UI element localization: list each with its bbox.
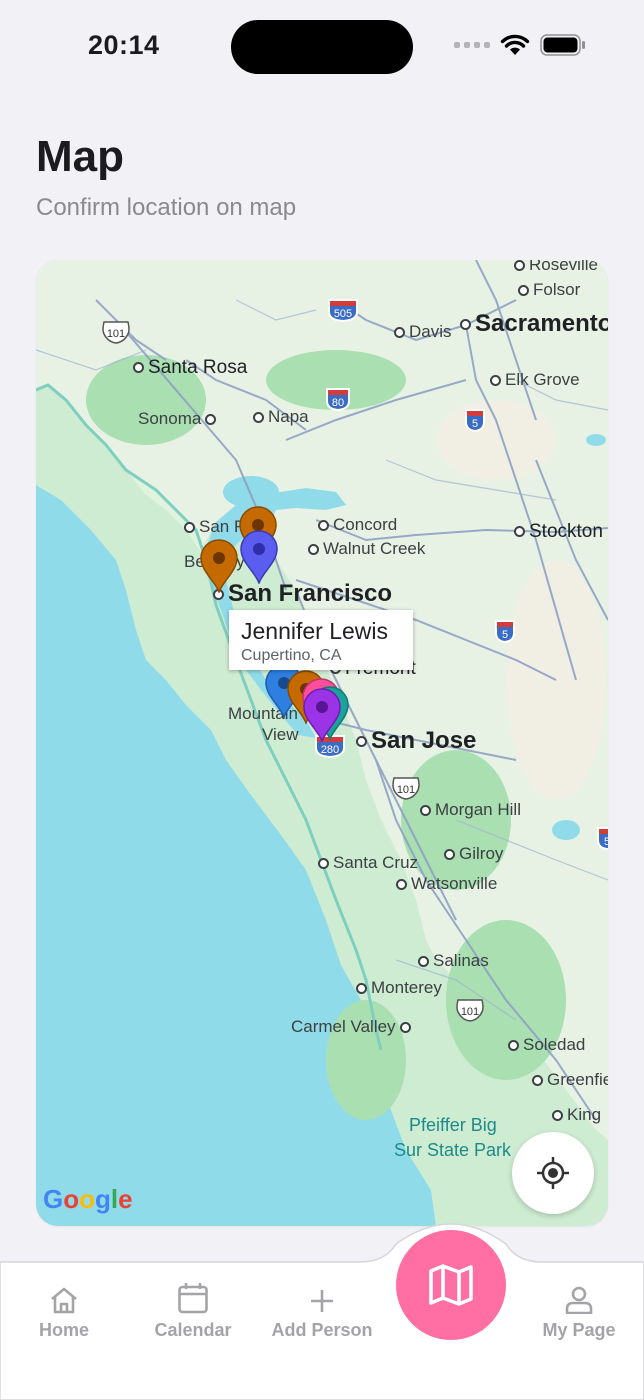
us-101-shield-mid: 101 (392, 777, 420, 800)
label-soledad: Soledad (504, 1035, 585, 1055)
status-bar: 20:14 (0, 0, 644, 96)
wifi-icon (500, 34, 530, 55)
page-subtitle: Confirm location on map (36, 194, 297, 221)
marker-person-location: Cupertino, CA (241, 647, 342, 664)
label-monterey: Monterey (352, 978, 442, 998)
battery-icon (540, 34, 585, 56)
tab-calendar[interactable]: Calendar (133, 1274, 253, 1341)
label-carmel-valley: Carmel Valley (291, 1017, 415, 1037)
label-san-rafael: San R (180, 517, 246, 537)
marker-person-name: Jennifer Lewis (241, 618, 389, 644)
label-santa-rosa: Santa Rosa (129, 357, 247, 379)
us-101-shield-north: 101 (102, 321, 130, 344)
tab-add-person[interactable]: Add Person (262, 1274, 382, 1341)
map-view[interactable]: 505 80 5 5 5 101 101 101 280 Roseville F… (36, 260, 608, 1226)
google-logo: Google (43, 1184, 133, 1214)
map-marker-purple[interactable] (302, 688, 342, 742)
label-salinas: Salinas (414, 951, 489, 971)
label-watsonville: Watsonville (392, 874, 497, 894)
label-gilroy: Gilroy (440, 844, 503, 864)
svg-text:280: 280 (321, 744, 339, 756)
status-icons (454, 34, 586, 56)
calendar-icon (178, 1283, 208, 1314)
label-elk-grove: Elk Grove (486, 370, 580, 390)
page-title: Map (36, 132, 124, 181)
my-location-button[interactable] (512, 1132, 594, 1214)
label-folsom: Folsor (514, 280, 580, 300)
label-napa: Napa (249, 407, 309, 427)
svg-text:5: 5 (502, 629, 508, 641)
svg-text:101: 101 (397, 784, 415, 796)
label-morgan-hill: Morgan Hill (416, 800, 521, 820)
home-icon (51, 1287, 77, 1314)
label-san-jose: San Jose (352, 727, 476, 755)
label-concord: Concord (314, 515, 397, 535)
label-stockton: Stockton (510, 521, 603, 543)
label-pfeiffer-line2: Sur State Park (394, 1140, 512, 1160)
map-marker-orange[interactable] (199, 539, 239, 593)
tab-add-person-label: Add Person (271, 1320, 373, 1340)
tab-calendar-label: Calendar (154, 1320, 232, 1340)
svg-text:5: 5 (604, 836, 608, 848)
label-santa-cruz: Santa Cruz (314, 853, 418, 873)
label-sonoma: Sonoma (138, 409, 220, 429)
interstate-80-shield: 80 (326, 388, 350, 411)
interstate-505-shield: 505 (328, 299, 358, 322)
label-davis: Davis (390, 322, 452, 342)
label-mountain-view-line2: View (262, 725, 299, 744)
map-marker-blue[interactable] (239, 530, 279, 584)
svg-text:101: 101 (107, 328, 125, 340)
interstate-5-shield-mid: 5 (495, 620, 515, 643)
crosshair-icon (537, 1157, 569, 1189)
tab-home-label: Home (38, 1320, 89, 1340)
plus-icon (311, 1290, 333, 1312)
label-greenfield: Greenfiel (528, 1070, 608, 1090)
signal-icon (454, 42, 490, 48)
tab-my-page[interactable]: My Page (519, 1274, 639, 1341)
dynamic-island (231, 20, 413, 74)
interstate-5-shield-south: 5 (597, 827, 608, 850)
interstate-5-shield-north: 5 (465, 409, 485, 432)
us-101-shield-south: 101 (456, 999, 484, 1022)
map-icon (429, 1264, 473, 1306)
svg-text:101: 101 (461, 1006, 479, 1018)
tab-bar: Home Calendar Add Person My Page (0, 1222, 644, 1400)
svg-text:80: 80 (332, 397, 344, 409)
svg-text:505: 505 (334, 308, 352, 320)
label-pfeiffer-line1: Pfeiffer Big (409, 1115, 497, 1135)
label-walnut-creek: Walnut Creek (304, 539, 425, 559)
label-roseville: Roseville (510, 260, 598, 275)
tab-map-button[interactable] (396, 1230, 506, 1340)
tab-home[interactable]: Home (4, 1274, 124, 1341)
marker-info-window[interactable]: Jennifer Lewis Cupertino, CA (229, 610, 413, 670)
svg-text:5: 5 (472, 418, 478, 430)
label-sacramento: Sacramento (456, 310, 608, 338)
label-king-city: King (548, 1105, 601, 1125)
status-time: 20:14 (88, 30, 160, 60)
person-icon (565, 1286, 593, 1314)
tab-my-page-label: My Page (542, 1320, 616, 1340)
